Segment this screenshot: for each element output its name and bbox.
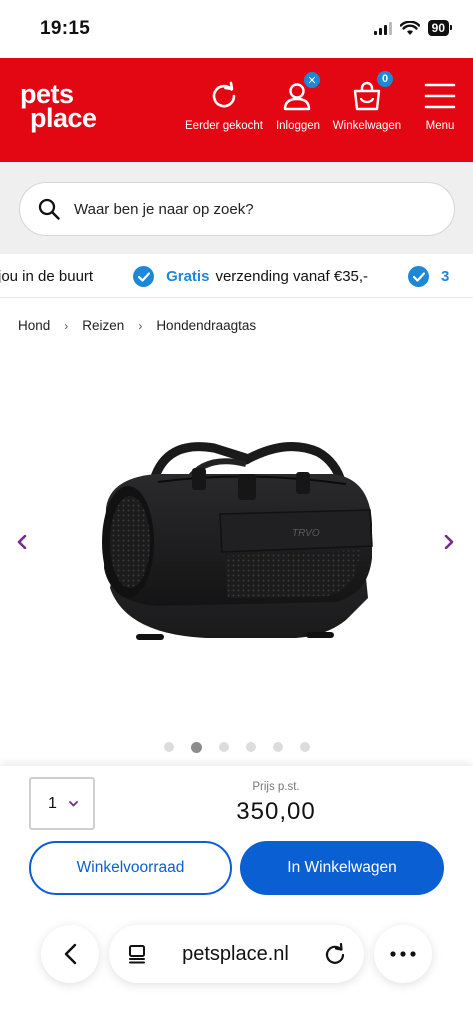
cart-label: Winkelwagen [332,120,402,132]
product-image-dog-carrier-bag[interactable]: TRVO [96,438,378,646]
checkmark-icon [133,266,155,287]
battery-indicator: 90 [427,20,453,36]
browser-back-button[interactable] [41,925,99,983]
reload-icon[interactable] [324,943,346,965]
chevron-left-icon [64,943,77,965]
status-bar: 19:15 90 [0,0,473,58]
gallery-next-button[interactable] [437,530,461,554]
reader-mode-icon[interactable] [127,944,147,964]
chevron-right-icon: › [64,318,69,333]
bag-icon: 0 [325,69,409,116]
browser-more-button[interactable] [374,925,432,983]
menu-label: Menu [425,120,455,132]
checkmark-icon [408,266,430,287]
usp-text: verzending vanaf €35,- [215,268,369,285]
usp-strip: jou in de buurt Gratis verzending vanaf … [0,254,473,298]
gallery-dot[interactable] [299,742,310,752]
more-dots-icon [390,951,416,957]
search-placeholder: Waar ben je naar op zoek? [74,200,254,218]
login-badge: ✕ [302,70,322,90]
search-band: Waar ben je naar op zoek? [0,162,473,254]
previously-bought-button[interactable]: Eerder gekocht [182,76,266,132]
usp-fragment-left: jou in de buurt [0,268,94,285]
chevron-left-icon [17,535,27,549]
cart-count-badge: 0 [375,69,395,89]
cart-button[interactable]: 0 Winkelwagen [325,69,409,132]
browser-toolbar: petsplace.nl [0,920,473,1000]
hamburger-icon [398,76,473,116]
gallery-dot[interactable] [163,742,174,752]
petsplace-logo[interactable]: pets place [20,81,120,138]
usp-highlight: Gratis [166,268,210,285]
search-input[interactable]: Waar ben je naar op zoek? [19,182,455,236]
usp-row: jou in de buurt Gratis verzending vanaf … [0,266,449,287]
wifi-icon [399,20,420,35]
chevron-right-icon: › [138,318,143,333]
breadcrumb: Hond › Reizen › Hondendraagtas [18,318,256,333]
gallery-dot[interactable] [218,742,229,752]
previously-bought-label: Eerder gekocht [185,120,263,132]
gallery-dot[interactable] [245,742,256,752]
product-price: 350,00 [236,798,316,825]
site-header: pets place Eerder gekocht ✕ Inloggen 0 W… [0,58,473,162]
browser-url: petsplace.nl [182,942,289,965]
gallery-dots [0,742,473,753]
cellular-signal-icon [373,21,392,35]
product-brand-mark: TRVO [292,528,320,539]
status-time: 19:15 [40,18,91,39]
quantity-select[interactable]: 1 [29,777,95,830]
product-gallery: TRVO [0,350,473,765]
refresh-icon [182,76,266,116]
breadcrumb-current[interactable]: Hondendraagtas [156,318,256,333]
chevron-down-icon [69,800,78,807]
menu-button[interactable]: Menu [398,76,473,132]
logo-line-2: place [30,103,97,133]
price-label: Prijs p.st. [252,781,300,793]
search-icon [38,198,60,220]
gallery-prev-button[interactable] [10,530,34,554]
gallery-dot[interactable] [272,742,283,752]
usp-fragment-right: 3 [441,268,450,285]
breadcrumb-link-reizen[interactable]: Reizen [82,318,124,333]
browser-address-bar[interactable]: petsplace.nl [109,925,364,983]
status-icons: 90 [373,20,453,36]
breadcrumb-link-hond[interactable]: Hond [18,318,50,333]
gallery-dot-active[interactable] [190,742,202,753]
store-stock-button[interactable]: Winkelvoorraad [29,841,232,895]
chevron-right-icon [444,535,454,549]
quantity-value: 1 [48,794,57,812]
add-to-cart-button[interactable]: In Winkelwagen [240,841,444,895]
